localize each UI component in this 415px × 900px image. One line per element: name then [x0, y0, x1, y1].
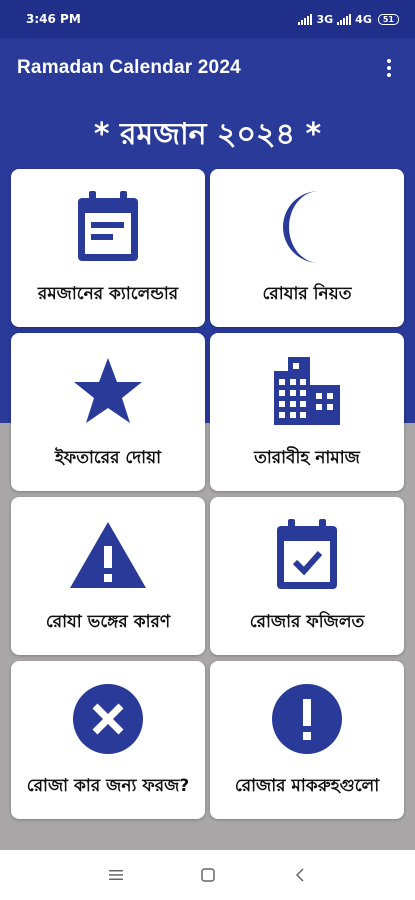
page-heading: * রমজান ২০২৪ * — [93, 117, 322, 152]
event-available-icon — [210, 507, 404, 603]
square-icon[interactable] — [198, 865, 218, 885]
building-icon — [210, 343, 404, 439]
star-icon — [11, 343, 205, 439]
card-label: তারাবীহ নামাজ — [254, 448, 360, 468]
card-roza-niyat[interactable]: রোযার নিয়ত — [210, 169, 404, 327]
card-label: রমজানের ক্যালেন্ডার — [37, 284, 179, 304]
cancel-icon — [11, 671, 205, 767]
card-taraweeh-namaz[interactable]: তারাবীহ নামাজ — [210, 333, 404, 491]
calendar-icon — [11, 179, 205, 275]
exclamation-icon — [210, 671, 404, 767]
signal-icon — [337, 13, 352, 25]
menu-icon[interactable] — [106, 865, 126, 885]
battery-icon: 51 — [377, 13, 399, 25]
system-nav-bar — [0, 850, 415, 900]
crescent-moon-icon — [210, 179, 404, 275]
card-rozar-makruhgulo[interactable]: রোজার মাকরুহগুলো — [210, 661, 404, 819]
card-roza-kar-jonno-foroj[interactable]: রোজা কার জন্য ফরজ? — [11, 661, 205, 819]
status-icons: 3G 4G 51 — [298, 13, 399, 26]
card-label: রোযা ভঙ্গের কারণ — [45, 612, 171, 632]
card-rozar-fojilot[interactable]: রোজার ফজিলত — [210, 497, 404, 655]
back-chevron-icon[interactable] — [290, 865, 310, 885]
status-bar: 3:46 PM 3G 4G 51 — [0, 0, 415, 38]
warning-icon — [11, 507, 205, 603]
network-type-2: 4G — [355, 12, 372, 26]
status-time: 3:46 PM — [26, 12, 81, 26]
card-label: রোজা কার জন্য ফরজ? — [26, 776, 190, 796]
more-vert-icon[interactable] — [383, 55, 395, 81]
card-label: ইফতারের দোয়া — [54, 448, 162, 468]
signal-icon — [298, 13, 313, 25]
card-label: রোযার নিয়ত — [262, 284, 352, 304]
card-roza-bhonger-karon[interactable]: রোযা ভঙ্গের কারণ — [11, 497, 205, 655]
network-type-1: 3G — [316, 12, 334, 26]
app-title: Ramadan Calendar 2024 — [17, 57, 241, 78]
card-label: রোজার মাকরুহগুলো — [234, 776, 380, 796]
card-ramadan-calendar[interactable]: রমজানের ক্যালেন্ডার — [11, 169, 205, 327]
card-iftar-dua[interactable]: ইফতারের দোয়া — [11, 333, 205, 491]
app-bar: Ramadan Calendar 2024 — [0, 38, 415, 98]
card-label: রোজার ফজিলত — [249, 612, 365, 632]
